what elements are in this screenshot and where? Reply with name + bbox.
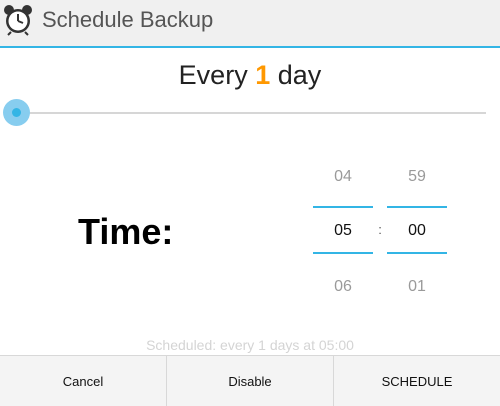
hour-selected[interactable]: 05 xyxy=(313,222,373,240)
schedule-button[interactable]: SCHEDULE xyxy=(334,356,500,406)
schedule-status-text: Scheduled: every 1 days at 05:00 xyxy=(146,337,354,353)
hour-picker-bottom-line xyxy=(313,252,373,254)
time-label: Time: xyxy=(78,211,174,252)
hour-picker[interactable]: 04 05 06 xyxy=(313,160,373,310)
alarm-clock-icon xyxy=(4,5,32,36)
frequency-prefix: Every xyxy=(178,60,248,90)
minute-next[interactable]: 01 xyxy=(387,278,447,296)
frequency-label: Every 1 day xyxy=(0,58,500,92)
minute-picker-top-line xyxy=(387,206,447,208)
hour-next[interactable]: 06 xyxy=(313,278,373,296)
disable-button[interactable]: Disable xyxy=(167,356,334,406)
dialog-title-bar: Schedule Backup xyxy=(0,0,500,48)
frequency-slider-track[interactable] xyxy=(14,112,486,114)
dialog-button-bar: Cancel Disable SCHEDULE xyxy=(0,355,500,406)
hour-prev[interactable]: 04 xyxy=(313,168,373,186)
hour-picker-top-line xyxy=(313,206,373,208)
minute-selected[interactable]: 00 xyxy=(387,222,447,240)
frequency-value: 1 xyxy=(255,60,271,90)
frequency-unit: day xyxy=(277,60,322,90)
minute-prev[interactable]: 59 xyxy=(387,168,447,186)
cancel-button[interactable]: Cancel xyxy=(0,356,167,406)
minute-picker[interactable]: 59 00 01 xyxy=(387,160,447,310)
minute-picker-bottom-line xyxy=(387,252,447,254)
time-separator: : xyxy=(378,222,382,237)
dialog-title: Schedule Backup xyxy=(42,7,214,32)
frequency-slider-thumb-core[interactable] xyxy=(12,108,21,117)
